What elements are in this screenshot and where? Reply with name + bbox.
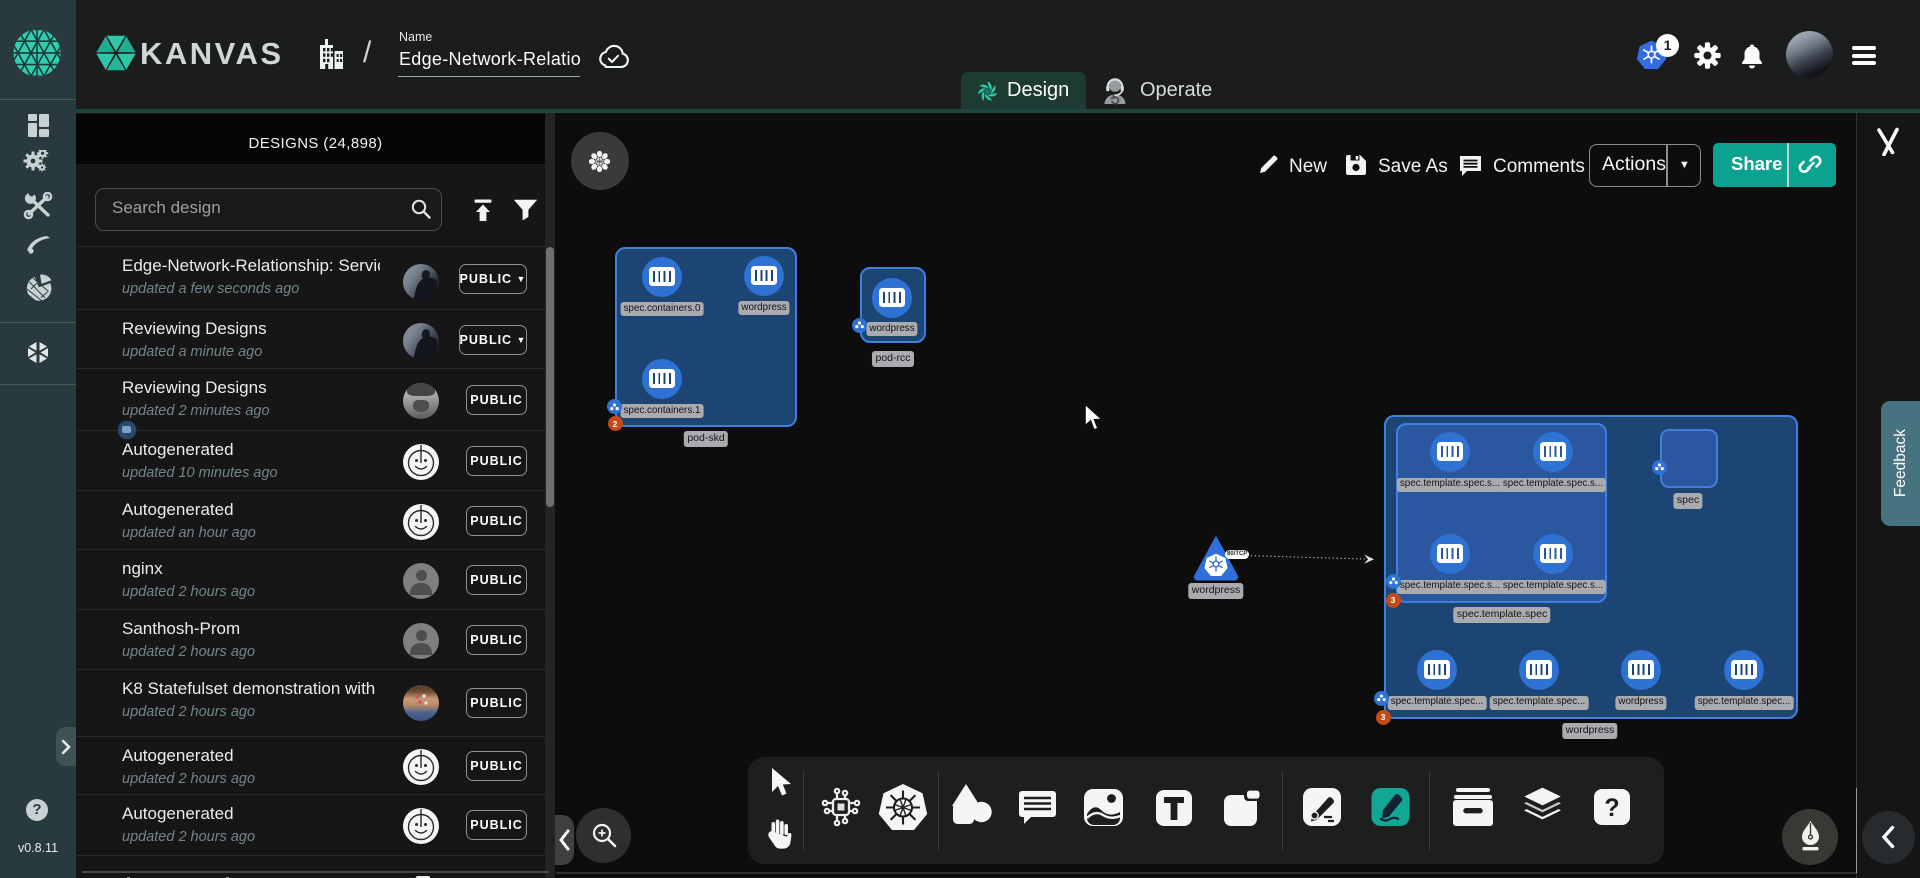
svg-text:?: ?: [1604, 794, 1619, 822]
